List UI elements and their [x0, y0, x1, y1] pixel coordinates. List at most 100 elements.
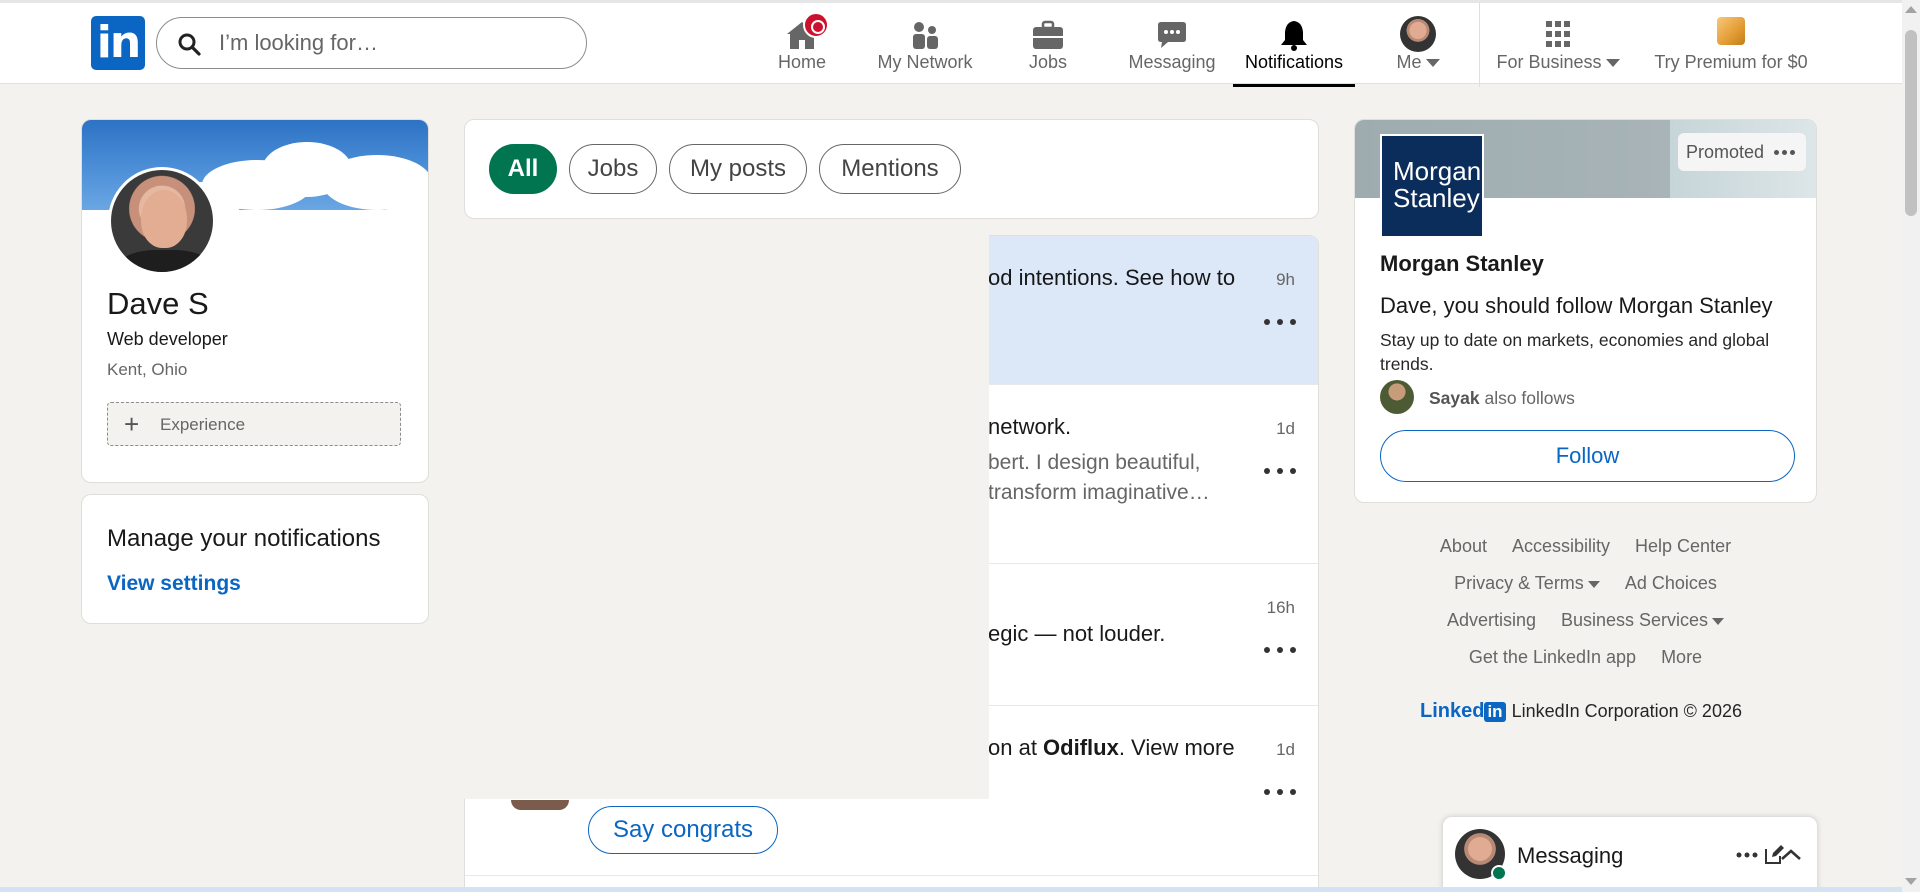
notification-text: egic — not louder.	[988, 621, 1166, 646]
grid-icon	[1546, 21, 1570, 47]
say-congrats-button[interactable]: Say congrats	[588, 806, 778, 854]
more-options-icon[interactable]	[1260, 463, 1300, 479]
top-navigation-bar: in Home My Network Jobs	[0, 0, 1902, 87]
network-icon	[913, 22, 938, 49]
me-avatar	[1400, 16, 1436, 52]
ad-headline: Dave, you should follow Morgan Stanley	[1380, 293, 1773, 318]
more-options-icon[interactable]	[1774, 150, 1796, 155]
chevron-down-icon	[1587, 580, 1600, 588]
scroll-up-arrow[interactable]	[1905, 6, 1917, 13]
company-name: Odiflux	[1043, 735, 1119, 760]
briefcase-icon	[1033, 20, 1063, 49]
chevron-up-icon[interactable]	[1779, 843, 1803, 867]
online-status-dot	[1491, 865, 1507, 881]
active-tab-indicator	[1233, 84, 1355, 87]
notification-text: network.	[988, 414, 1072, 439]
blank-overlay-region	[464, 235, 989, 799]
notification-avatar	[511, 800, 569, 810]
manage-notifications-title: Manage your notifications	[107, 525, 381, 552]
filter-all[interactable]: All	[489, 144, 557, 194]
footer-links-row: Privacy & Terms Ad Choices	[1354, 573, 1817, 594]
nav-for-business-label: For Business	[1495, 52, 1621, 73]
nav-for-business[interactable]: For Business	[1495, 9, 1621, 87]
premium-icon	[1717, 17, 1745, 45]
more-options-icon[interactable]	[1735, 843, 1759, 867]
filter-mentions[interactable]: Mentions	[819, 144, 961, 194]
profile-headline: Web developer	[107, 329, 228, 349]
manage-notifications-card: Manage your notifications View settings	[81, 494, 429, 624]
chevron-down-icon	[1712, 617, 1725, 625]
add-experience-button[interactable]: + Experience	[107, 402, 401, 446]
nav-try-premium[interactable]: Try Premium for $0	[1649, 9, 1813, 87]
chevron-down-icon	[1605, 59, 1620, 68]
search-icon	[178, 33, 201, 56]
notification-time: 9h	[1276, 270, 1295, 289]
nav-home-label: Home	[777, 52, 826, 72]
notification-snippet: transform imaginative…	[988, 481, 1210, 504]
nav-messaging-label: Messaging	[1128, 52, 1216, 72]
search-input[interactable]	[219, 28, 559, 58]
chevron-down-icon	[1425, 59, 1440, 68]
nav-home[interactable]: Home	[762, 9, 842, 87]
footer-link-get-app[interactable]: Get the LinkedIn app	[1469, 647, 1636, 667]
bell-icon	[1281, 21, 1307, 51]
nav-try-premium-label: Try Premium for $0	[1654, 52, 1808, 72]
notification-time: 1d	[1276, 740, 1295, 759]
nav-me[interactable]: Me	[1383, 9, 1453, 87]
bottom-edge-strip	[0, 887, 1902, 892]
footer-link-ad-choices[interactable]: Ad Choices	[1625, 573, 1717, 593]
scroll-down-arrow[interactable]	[1905, 878, 1917, 885]
view-settings-link[interactable]: View settings	[107, 572, 241, 596]
footer-link-privacy-terms[interactable]: Privacy & Terms	[1454, 573, 1600, 593]
messaging-overlay[interactable]: Messaging	[1442, 816, 1818, 892]
profile-name[interactable]: Dave S	[107, 286, 209, 322]
linkedin-logo[interactable]: in	[91, 16, 145, 70]
ad-description: Stay up to date on markets, economies an…	[1380, 330, 1770, 374]
ad-company-name[interactable]: Morgan Stanley	[1380, 251, 1544, 277]
footer-links-row: About Accessibility Help Center	[1354, 536, 1817, 557]
footer-link-more[interactable]: More	[1661, 647, 1702, 667]
notification-time: 16h	[1266, 598, 1295, 617]
chat-icon	[1158, 22, 1186, 48]
more-options-icon[interactable]	[1260, 642, 1300, 658]
messaging-title[interactable]: Messaging	[1517, 843, 1623, 869]
ad-follower-text: Sayak also follows	[1429, 388, 1575, 408]
nav-jobs-label: Jobs	[1028, 52, 1068, 72]
search-box[interactable]	[156, 17, 587, 69]
footer-link-business-services[interactable]: Business Services	[1561, 610, 1725, 630]
filter-jobs[interactable]: Jobs	[569, 144, 657, 194]
footer-link-accessibility[interactable]: Accessibility	[1512, 536, 1610, 556]
linkedin-wordmark: Linked	[1420, 700, 1485, 722]
nav-notifications[interactable]: Notifications	[1233, 9, 1355, 87]
nav-jobs[interactable]: Jobs	[1008, 9, 1088, 87]
notification-filter-bar: All Jobs My posts Mentions	[464, 119, 1319, 219]
promoted-label[interactable]: Promoted	[1678, 133, 1806, 171]
follower-avatar	[1380, 380, 1414, 414]
footer-links-row: Advertising Business Services	[1354, 610, 1817, 631]
profile-avatar[interactable]	[108, 167, 216, 275]
footer-brand: Linked in LinkedIn Corporation © 2026	[1420, 700, 1742, 723]
footer-links-row: Get the LinkedIn app More	[1354, 647, 1817, 668]
nav-divider	[1479, 3, 1480, 87]
profile-card: Dave S Web developer Kent, Ohio + Experi…	[81, 119, 429, 483]
footer-link-about[interactable]: About	[1440, 536, 1487, 556]
profile-location: Kent, Ohio	[107, 360, 188, 379]
plus-icon: +	[124, 409, 140, 439]
more-options-icon[interactable]	[1260, 784, 1300, 800]
add-experience-label: Experience	[160, 415, 246, 434]
notification-time: 1d	[1276, 419, 1295, 438]
scrollbar-thumb[interactable]	[1905, 30, 1917, 216]
more-options-icon[interactable]	[1260, 314, 1300, 330]
nav-my-network-label: My Network	[877, 52, 973, 72]
nav-my-network[interactable]: My Network	[869, 9, 981, 87]
promoted-ad-card: Morgan Stanley Promoted Morgan Stanley D…	[1354, 119, 1817, 503]
notification-badge	[803, 12, 829, 38]
notification-text: od intentions. See how to	[988, 265, 1236, 290]
follow-button[interactable]: Follow	[1380, 430, 1795, 482]
morgan-stanley-logo[interactable]: Morgan Stanley	[1380, 134, 1484, 238]
nav-messaging[interactable]: Messaging	[1122, 9, 1222, 87]
filter-my-posts[interactable]: My posts	[669, 144, 807, 194]
footer-link-advertising[interactable]: Advertising	[1447, 610, 1536, 630]
notification-snippet: bert. I design beautiful,	[988, 451, 1201, 474]
footer-link-help-center[interactable]: Help Center	[1635, 536, 1731, 556]
